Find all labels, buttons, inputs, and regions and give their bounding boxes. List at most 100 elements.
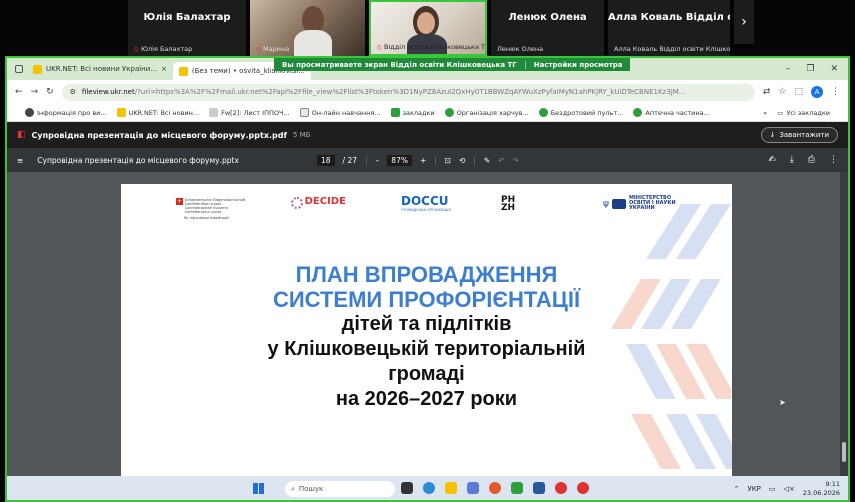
file-explorer-icon[interactable] [445, 482, 457, 494]
ukrnet-icon [33, 64, 42, 74]
download-icon[interactable]: ⤓ [790, 155, 794, 165]
participant-label: Ленюк Олена [497, 45, 544, 53]
address-bar-row: ← → ↻ ⚙ fileview.ukr.net/?url=https%3A%2… [7, 80, 848, 104]
participant-label: Алла Коваль Відділ освіти Клішко... [614, 45, 730, 53]
reload-icon[interactable]: ↻ [46, 87, 54, 97]
back-icon[interactable]: ← [15, 87, 23, 97]
bookmark-item[interactable]: закладки [390, 108, 435, 117]
close-window-icon[interactable]: ✕ [830, 64, 838, 74]
plus-icon [390, 108, 400, 117]
more-options-icon[interactable]: ⋮ [829, 155, 838, 165]
screen: Юлія Балахтар ⦸ Юлія Балахтар ⦸ Марина ⦸ Ві… [0, 0, 855, 502]
zoom-out-icon[interactable]: – [376, 156, 380, 165]
phzh-logo: PH ZH [501, 195, 516, 213]
bookmark-item[interactable]: Бездротовий пульт... [538, 108, 623, 117]
minimize-icon[interactable]: – [786, 64, 791, 74]
app-icon[interactable] [489, 482, 501, 494]
network-icon[interactable]: ▭ [769, 485, 776, 493]
headline-line: дітей та підлітків [341, 313, 512, 335]
bookmark-item[interactable]: Організація харчув... [444, 108, 529, 117]
view-settings-button[interactable]: Настройки просмотра [524, 60, 631, 69]
all-bookmarks-button[interactable]: ▭ Усі закладки [777, 109, 830, 117]
scrollbar-thumb[interactable] [842, 442, 846, 462]
pdf-viewport[interactable]: + Schweizerische Eidgenossenschaft Confé… [7, 172, 848, 476]
bookmark-item[interactable]: Он-лайн навчання... [299, 108, 381, 117]
download-button[interactable]: ↓ Завантажити [760, 127, 838, 143]
chrome-icon[interactable] [577, 482, 589, 494]
screen-share-banner: Вы просматриваете экран Відділ освіти Кл… [274, 58, 631, 71]
bookmark-item[interactable]: Інформація про ви... [25, 108, 107, 117]
participant-label: Відділ освіти Клішковецька ТГ [384, 43, 487, 51]
chevron-up-icon[interactable]: ⌃ [734, 485, 740, 493]
site-info-icon[interactable]: ⚙ [70, 88, 76, 96]
mail-icon [178, 66, 188, 76]
language-indicator[interactable]: УКР [747, 485, 760, 493]
ministry-emblem-icon [611, 198, 626, 209]
draw-icon[interactable]: ✎ [484, 156, 490, 165]
fit-page-icon[interactable]: ⊡ [445, 156, 451, 165]
video-feed [417, 12, 435, 34]
decide-logo: DECIDE [291, 196, 346, 209]
folder-icon: ▭ [777, 108, 784, 117]
undo-icon[interactable]: ↶ [498, 156, 504, 165]
bookmark-item[interactable]: UKR.NET: Всі новин... [116, 108, 199, 117]
print-icon[interactable]: ⎙ [808, 155, 815, 165]
participant-label: Юлія Балахтар [141, 45, 193, 53]
browser-tab[interactable]: UKR.NET: Всі новини України... × [27, 61, 173, 77]
gear-icon [444, 108, 454, 117]
store-icon[interactable] [467, 482, 479, 494]
participant-tile[interactable]: ⦸ Марина [250, 0, 365, 56]
participant-tile-speaking[interactable]: ⦸ Відділ освіти Клішковецька ТГ [369, 0, 487, 56]
hamburger-menu-icon[interactable]: ≡ [17, 156, 23, 165]
chrome-icon[interactable] [555, 482, 567, 494]
bookmark-item[interactable]: Аптечна частина... [633, 108, 710, 117]
close-icon[interactable]: × [161, 65, 167, 73]
download-icon: ↓ [769, 131, 776, 139]
headline-line: у Клішковецькій територіальній [267, 338, 586, 360]
zoom-in-icon[interactable]: + [420, 156, 426, 165]
more-bookmarks-button[interactable]: » [763, 109, 767, 117]
file-size: 5 МБ [292, 131, 311, 139]
mouse-cursor-icon: ➤ [779, 398, 786, 407]
taskbar-search[interactable]: ⌕ Пошук [285, 481, 395, 497]
bookmark-item[interactable]: Fw[2]: Лист ІППОЧ... [209, 108, 290, 117]
windows-start-icon[interactable] [253, 483, 264, 494]
menu-icon[interactable]: ⋮ [831, 87, 840, 97]
page-number-input[interactable]: 18 [317, 154, 335, 166]
redo-icon[interactable]: ↷ [513, 156, 519, 165]
extensions-icon[interactable]: ⬚ [794, 87, 803, 97]
url-input[interactable]: ⚙ fileview.ukr.net/?url=https%3A%2F%2Fma… [61, 83, 755, 101]
translate-icon[interactable]: ⇄ [763, 87, 771, 97]
participant-tile[interactable]: Юлія Балахтар ⦸ Юлія Балахтар [128, 0, 246, 56]
trident-icon: ψ [603, 198, 609, 209]
task-view-icon[interactable] [401, 482, 413, 494]
app-icon[interactable] [511, 482, 523, 494]
participant-name: Ленюк Олена [508, 12, 587, 23]
mail-icon [209, 108, 219, 117]
participant-tile[interactable]: Алла Коваль Відділ ос... Алла Коваль Від… [608, 0, 730, 56]
windows-taskbar: ⌕ Пошук ⌃ УКР ▭ ◁× 9:11 23.06.2026 [7, 476, 848, 500]
file-viewer-header: ◧ Супровідна презентація до місцевого фо… [7, 122, 848, 148]
participant-label: Марина [263, 45, 290, 53]
ministry-logo: ψ МІНІСТЕРСТВО ОСВІТИ І НАУКИ УКРАЇНИ [603, 195, 676, 211]
next-participants-button[interactable]: › [734, 0, 754, 44]
tab-menu-icon[interactable] [15, 65, 23, 73]
clock[interactable]: 9:11 23.06.2026 [803, 480, 840, 498]
annotate-icon[interactable]: ✍ [768, 155, 776, 165]
forward-icon[interactable]: → [31, 87, 39, 97]
url-host: fileview.ukr.net [81, 88, 135, 96]
pdf-scrollbar[interactable] [840, 172, 848, 476]
rotate-icon[interactable]: ⟲ [459, 156, 465, 165]
file-name: Супровідна презентація до місцевого фору… [31, 130, 287, 140]
profile-avatar[interactable]: A [811, 86, 823, 98]
word-icon[interactable] [533, 482, 545, 494]
zoom-input[interactable]: 87% [387, 154, 412, 166]
participant-strip: Юлія Балахтар ⦸ Юлія Балахтар ⦸ Марина ⦸ Ві… [0, 0, 855, 56]
volume-icon[interactable]: ◁× [784, 485, 795, 493]
participant-tile[interactable]: Ленюк Олена Ленюк Олена [491, 0, 604, 56]
star-icon[interactable]: ☆ [778, 87, 786, 97]
maximize-icon[interactable]: ❐ [806, 64, 814, 74]
edge-icon[interactable] [423, 482, 435, 494]
tab-label: UKR.NET: Всі новини України... [46, 65, 157, 73]
url-path: /?url=https%3A%2F%2Fmail.ukr.net%2Fapi%2… [134, 88, 686, 96]
